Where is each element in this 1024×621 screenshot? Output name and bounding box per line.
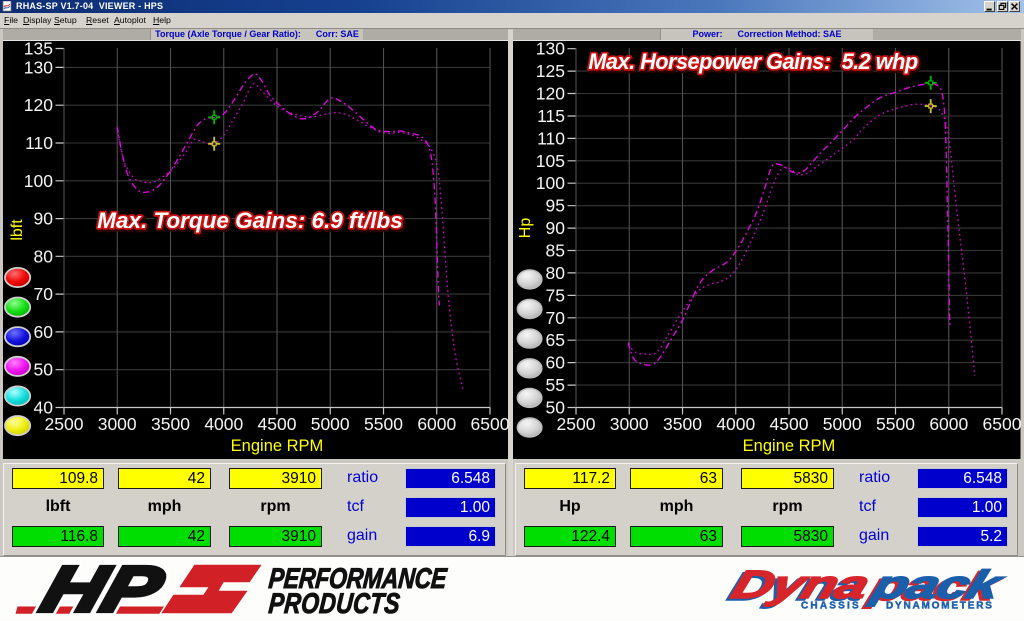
- svg-text:60: 60: [34, 322, 54, 342]
- svg-text:70: 70: [546, 308, 566, 328]
- svg-text:50: 50: [34, 360, 54, 380]
- svg-text:90: 90: [34, 209, 54, 229]
- svg-text:lbft: lbft: [9, 219, 26, 241]
- svg-text:3500: 3500: [663, 414, 702, 434]
- svg-text:6500: 6500: [471, 414, 510, 434]
- svg-text:Hp: Hp: [517, 218, 534, 239]
- svg-text:5500: 5500: [876, 414, 915, 434]
- svg-text:80: 80: [546, 263, 566, 283]
- svg-text:65: 65: [546, 330, 565, 350]
- svg-text:130: 130: [536, 39, 565, 59]
- svg-text:Max. Torque Gains: 6.9 ft/lbs: Max. Torque Gains: 6.9 ft/lbs: [97, 208, 402, 233]
- svg-text:2500: 2500: [557, 414, 596, 434]
- svg-text:PRODUCTS: PRODUCTS: [267, 587, 401, 620]
- svg-text:130: 130: [24, 57, 53, 77]
- svg-text:HP: HP: [34, 553, 172, 621]
- svg-text:55: 55: [546, 375, 565, 395]
- svg-text:5000: 5000: [311, 414, 350, 434]
- svg-text:2500: 2500: [45, 414, 84, 434]
- svg-text:75: 75: [546, 285, 565, 305]
- svg-text:120: 120: [536, 84, 565, 104]
- svg-text:80: 80: [34, 246, 54, 266]
- svg-text:60: 60: [546, 353, 566, 373]
- svg-text:6000: 6000: [417, 414, 456, 434]
- svg-text:110: 110: [25, 133, 53, 153]
- svg-text:85: 85: [546, 241, 565, 261]
- svg-text:Max. Horsepower Gains: 5.2 wh: Max. Horsepower Gains: 5.2 whp: [588, 49, 918, 74]
- svg-text:6500: 6500: [983, 414, 1022, 434]
- svg-text:125: 125: [536, 61, 565, 81]
- svg-text:70: 70: [34, 284, 54, 304]
- svg-text:100: 100: [536, 173, 565, 193]
- svg-text:5000: 5000: [823, 414, 862, 434]
- svg-text:DYNAMOMETERS: DYNAMOMETERS: [886, 601, 994, 612]
- svg-text:Engine RPM: Engine RPM: [743, 437, 836, 455]
- svg-text:95: 95: [546, 196, 565, 216]
- svg-text:Engine RPM: Engine RPM: [231, 437, 324, 455]
- svg-text:4500: 4500: [258, 414, 297, 434]
- svg-text:3000: 3000: [98, 414, 137, 434]
- svg-text:6000: 6000: [929, 414, 968, 434]
- svg-text:120: 120: [24, 95, 53, 115]
- svg-text:100: 100: [24, 171, 53, 191]
- svg-text:CHASSIS: CHASSIS: [801, 601, 861, 612]
- svg-text:4500: 4500: [770, 414, 809, 434]
- svg-text:135: 135: [24, 39, 53, 59]
- svg-text:105: 105: [536, 151, 565, 171]
- svg-text:4000: 4000: [716, 414, 755, 434]
- svg-text:3000: 3000: [610, 414, 649, 434]
- svg-text:5500: 5500: [364, 414, 403, 434]
- svg-text:110: 110: [537, 128, 565, 148]
- svg-text:4000: 4000: [204, 414, 243, 434]
- svg-text:90: 90: [546, 218, 566, 238]
- svg-text:3500: 3500: [151, 414, 190, 434]
- svg-text:115: 115: [537, 106, 565, 126]
